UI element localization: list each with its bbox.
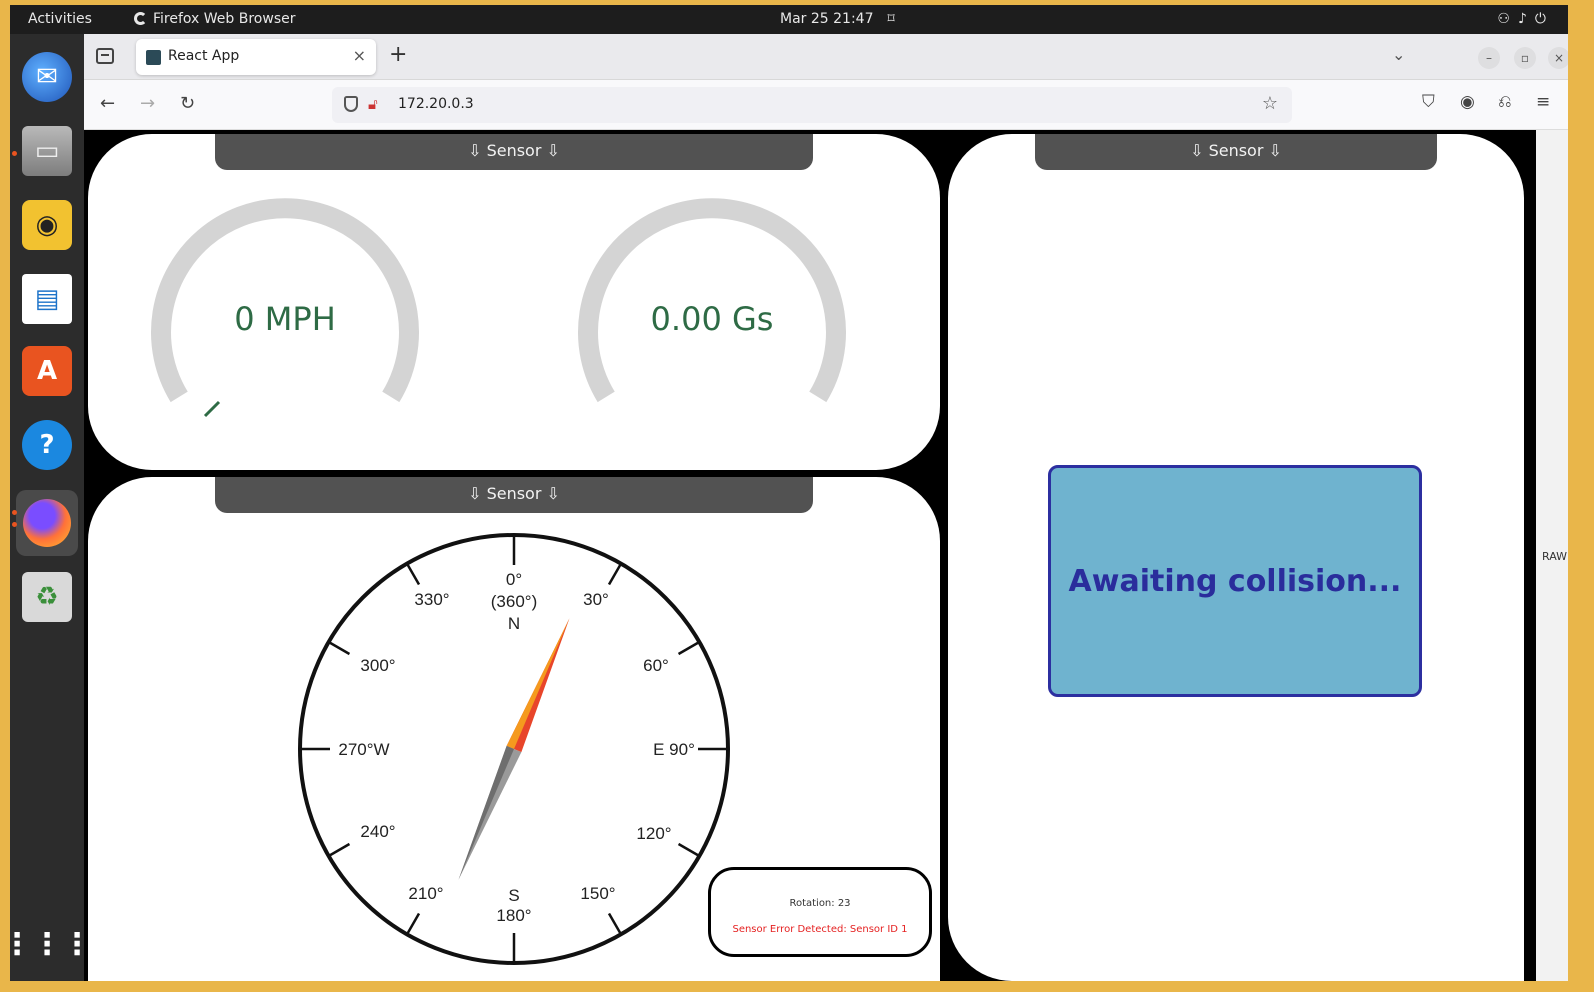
label-150: 150° [580,884,615,903]
navigation-bar: ← → ↻ 🔓︎ 172.20.0.3 ☆ ⛉ ◉ ⎌ ≡ [84,80,1568,130]
label-60: 60° [643,656,669,675]
firefox-dock-slot[interactable] [16,490,78,556]
app-menu[interactable]: Firefox Web Browser [134,11,296,27]
speed-readout: 0 MPH [234,300,336,338]
firefox-window: React App × + ⌄ – ▫ × ← → ↻ 🔓︎ 172.20.0.… [84,34,1568,981]
new-tab-icon[interactable]: + [389,42,407,67]
notification-icon: ⌑ [887,11,895,27]
label-300: 300° [360,656,395,675]
top-bar: Activities Firefox Web Browser Mar 25 21… [10,5,1568,34]
favicon-icon [146,50,161,65]
clock[interactable]: Mar 25 21:47 ⌑ [780,11,895,27]
collision-status-box: Awaiting collision... [1048,465,1422,697]
volume-icon: ♪ [1517,11,1535,27]
activities-button[interactable]: Activities [28,11,92,27]
app-name: Firefox Web Browser [153,11,296,27]
label-330: 330° [414,590,449,609]
power-icon: ⏻ [1534,11,1554,27]
minimize-icon[interactable]: – [1478,47,1500,69]
raw-label: RAW [1542,550,1567,563]
rhythmbox-icon[interactable]: ◉ [22,200,72,250]
close-window-icon[interactable]: × [1548,47,1568,69]
collision-panel: ⇩ Sensor ⇩ Awaiting collision... [948,134,1524,981]
gauges-panel: ⇩ Sensor ⇩ 0 MPH 0.00 Gs [88,134,940,470]
back-icon[interactable]: ← [100,93,115,114]
north-alt-label: (360°) [491,592,537,611]
dock: ✉ ▭ ◉ ▤ A ? ♻ ⋮⋮⋮ [10,34,92,981]
insecure-lock-icon[interactable]: 🔓︎ [368,95,378,113]
menu-icon[interactable]: ≡ [1536,92,1550,112]
shield-icon[interactable] [344,96,358,112]
label-210: 210° [408,884,443,903]
label-240: 240° [360,822,395,841]
app-center-icon[interactable]: A [22,346,72,396]
gforce-readout: 0.00 Gs [650,300,774,338]
rotation-text: Rotation: 23 [789,898,851,909]
speed-gauge-needle [203,400,221,418]
collision-status-text: Awaiting collision... [1068,563,1402,599]
status-box: Rotation: 23 Sensor Error Detected: Sens… [708,867,932,957]
label-270: 270°W [338,740,389,759]
forward-icon[interactable]: → [140,93,155,114]
running-indicator [12,151,17,156]
compass-panel: ⇩ Sensor ⇩ 0° (360°) N S 180° 30° 60° E … [88,477,940,981]
tab-bar: React App × + ⌄ – ▫ × [84,34,1568,80]
extensions-icon[interactable]: ⎌ [1498,92,1512,112]
thunderbird-icon[interactable]: ✉ [22,52,72,102]
restore-icon[interactable]: ▫ [1514,47,1536,69]
sensor-header[interactable]: ⇩ Sensor ⇩ [1035,134,1437,170]
running-indicator [12,522,17,527]
account-icon[interactable]: ◉ [1460,92,1475,112]
desktop-screen: Activities Firefox Web Browser Mar 25 21… [10,5,1568,981]
running-indicator [12,510,17,515]
clock-text: Mar 25 21:47 [780,11,874,27]
label-120: 120° [636,824,671,843]
tab-title: React App [168,48,240,64]
sensor-error-text: Sensor Error Detected: Sensor ID 1 [732,924,908,935]
tab-overview-icon[interactable] [96,48,114,64]
show-apps-icon[interactable]: ⋮⋮⋮ [10,919,92,969]
firefox-small-icon [134,12,147,25]
south-degree-label: 180° [496,906,531,925]
bookmark-star-icon[interactable]: ☆ [1262,93,1278,114]
react-app-page: ⇩ Sensor ⇩ 0 MPH 0.00 Gs ⇩ Sensor ⇩ 0° (… [84,130,1536,981]
firefox-icon [23,499,71,547]
libreoffice-writer-icon[interactable]: ▤ [22,274,72,324]
reload-icon[interactable]: ↻ [180,93,195,114]
south-letter: S [508,886,519,905]
raw-sidebar[interactable]: RAW [1536,130,1568,981]
north-letter: N [508,614,520,633]
close-tab-icon[interactable]: × [353,46,366,65]
url-text[interactable]: 172.20.0.3 [398,96,474,112]
label-30: 30° [583,590,609,609]
system-tray[interactable]: ⚇♪⏻ [1497,11,1554,27]
trash-icon[interactable]: ♻ [22,572,72,622]
network-icon: ⚇ [1497,11,1518,27]
url-bar[interactable]: 🔓︎ 172.20.0.3 ☆ [332,87,1292,123]
tab-react-app[interactable]: React App × [136,39,376,75]
north-degree-label: 0° [506,570,522,589]
chevron-down-icon[interactable]: ⌄ [1392,45,1405,64]
help-icon[interactable]: ? [22,420,72,470]
pocket-icon[interactable]: ⛉ [1422,92,1435,112]
files-icon[interactable]: ▭ [22,126,72,176]
label-90: E 90° [653,740,695,759]
